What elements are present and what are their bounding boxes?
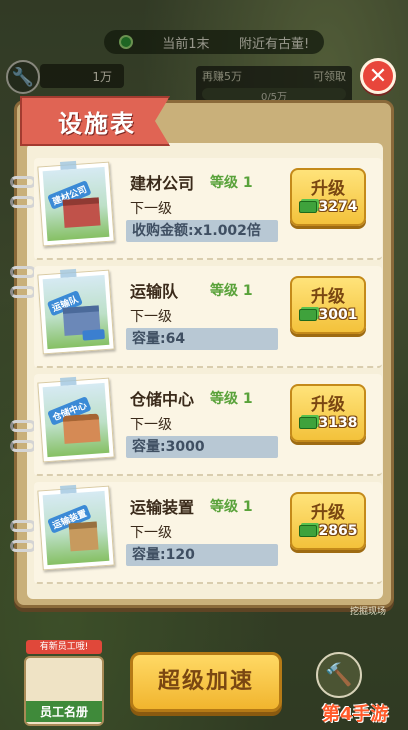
cash-icon xyxy=(298,201,317,213)
upgrade-cost: 3001 xyxy=(292,307,364,323)
upgrade-label: 升级 xyxy=(311,503,345,523)
facility-name: 运输装置 xyxy=(130,498,195,517)
facility-level: 等级 1 xyxy=(210,175,253,191)
cost-value: 3274 xyxy=(318,199,358,215)
facility-stat: 收购金额:x1.002倍 xyxy=(126,220,278,242)
close-button[interactable]: ✕ xyxy=(360,58,396,94)
truck-icon xyxy=(82,329,105,341)
facility-name: 仓储中心 xyxy=(130,390,195,409)
upgrade-cost: 2865 xyxy=(292,523,364,539)
facility-card-building-materials: 建材公司 建材公司 等级 1 下一级 收购金额:x1.002倍 升级 3274 xyxy=(34,158,382,260)
employee-roster-label: 员工名册 xyxy=(26,701,102,722)
employee-roster-button[interactable]: 员工名册 xyxy=(24,656,104,726)
facility-stat: 容量:3000 xyxy=(126,436,278,458)
close-icon: ✕ xyxy=(368,63,388,89)
upgrade-label: 升级 xyxy=(311,287,345,307)
upgrade-button[interactable]: 升级 3001 xyxy=(290,276,366,334)
cash-icon xyxy=(298,417,317,429)
facility-thumbnail: 运输装置 xyxy=(37,484,115,571)
facility-stat: 容量:120 xyxy=(126,544,278,566)
upgrade-label: 升级 xyxy=(311,179,345,199)
watermark-logo: 第4手游 xyxy=(322,704,389,725)
ring xyxy=(10,520,36,532)
new-employee-notice: 有新员工哦! xyxy=(26,640,102,654)
facility-thumbnail: 仓储中心 xyxy=(37,376,115,463)
ring xyxy=(10,266,36,278)
facility-thumbnail: 建材公司 xyxy=(37,160,115,247)
upgrade-button[interactable]: 升级 3274 xyxy=(290,168,366,226)
building-image: 仓储中心 xyxy=(42,382,110,458)
building-shape xyxy=(62,197,101,228)
facility-stat: 容量:64 xyxy=(126,328,278,350)
facility-card-transport-team: 运输队 运输队 等级 1 下一级 容量:64 升级 3001 xyxy=(34,266,382,368)
cash-icon xyxy=(298,309,317,321)
facility-card-transport-device: 运输装置 运输装置 等级 1 下一级 容量:120 升级 2865 xyxy=(34,482,382,584)
upgrade-cost: 3274 xyxy=(292,199,364,215)
cost-value: 2865 xyxy=(318,523,358,539)
building-image: 建材公司 xyxy=(42,166,110,242)
next-level-label: 下一级 xyxy=(130,309,172,325)
upgrade-cost: 3138 xyxy=(292,415,364,431)
ring xyxy=(10,440,36,452)
upgrade-label: 升级 xyxy=(311,395,345,415)
upgrade-button[interactable]: 升级 2865 xyxy=(290,492,366,550)
next-level-label: 下一级 xyxy=(130,417,172,433)
facility-card-storage-center: 仓储中心 仓储中心 等级 1 下一级 容量:3000 升级 3138 xyxy=(34,374,382,476)
facility-level: 等级 1 xyxy=(210,391,253,407)
ring xyxy=(10,176,36,188)
facility-level: 等级 1 xyxy=(210,283,253,299)
ring xyxy=(10,420,36,432)
cash-icon xyxy=(298,525,317,537)
next-level-label: 下一级 xyxy=(130,525,172,541)
ring xyxy=(10,540,36,552)
dig-site-label: 挖掘现场 xyxy=(350,607,387,617)
ring xyxy=(10,286,36,298)
facility-level: 等级 1 xyxy=(210,499,253,515)
building-shape xyxy=(68,521,99,552)
super-boost-button[interactable]: 超级加速 xyxy=(130,652,282,712)
upgrade-button[interactable]: 升级 3138 xyxy=(290,384,366,442)
cost-value: 3138 xyxy=(318,415,358,431)
facility-thumbnail: 运输队 xyxy=(37,268,115,355)
facility-name: 建材公司 xyxy=(130,174,195,193)
hammer-icon[interactable]: 🔨 xyxy=(316,652,362,698)
building-image: 运输装置 xyxy=(42,490,110,566)
panel-title: 设施表 xyxy=(20,96,170,146)
building-image: 运输队 xyxy=(42,274,110,350)
ring xyxy=(10,196,36,208)
next-level-label: 下一级 xyxy=(130,201,172,217)
building-shape xyxy=(62,413,101,444)
facility-name: 运输队 xyxy=(130,282,179,301)
cost-value: 3001 xyxy=(318,307,358,323)
